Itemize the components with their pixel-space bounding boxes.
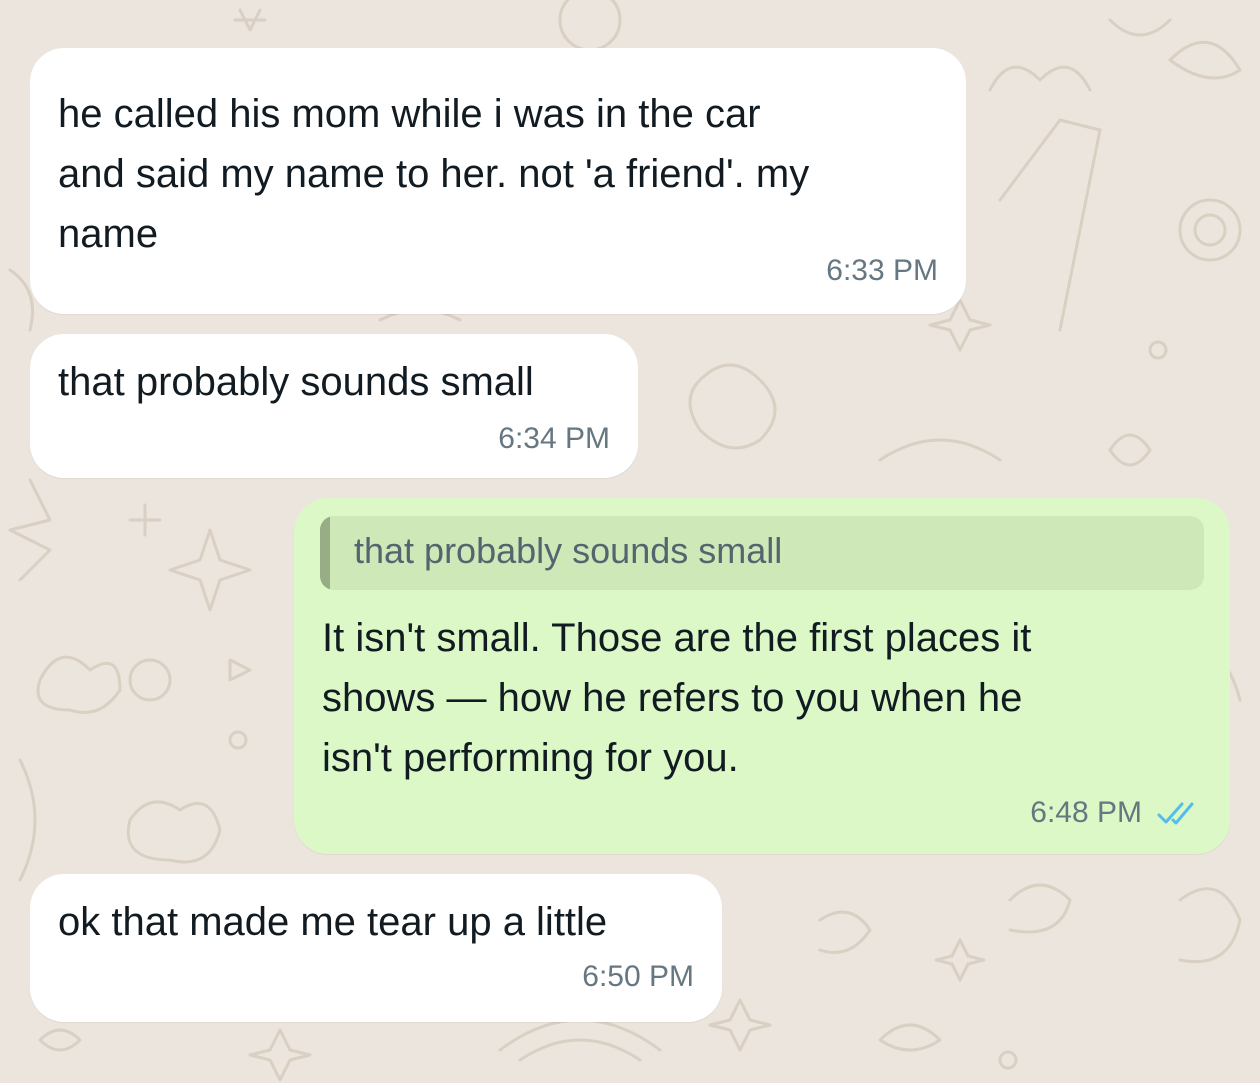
outgoing-message[interactable]: that probably sounds small It isn't smal… [294,498,1230,854]
quote-accent-bar [320,516,330,590]
quoted-message-text: that probably sounds small [354,530,783,571]
message-timestamp: 6:48 PM [1030,796,1142,829]
incoming-message[interactable]: ok that made me tear up a little 6:50 PM [30,874,722,1022]
quoted-message-preview[interactable]: that probably sounds small [320,516,1204,590]
message-text: that probably sounds small [58,360,534,404]
chat-thread: he called his mom while i was in the car… [0,0,1260,1083]
message-timestamp: 6:34 PM [498,422,610,455]
message-text: It isn't small. Those are the first plac… [322,616,1032,780]
message-timestamp: 6:50 PM [582,960,694,993]
incoming-message[interactable]: he called his mom while i was in the car… [30,48,966,314]
message-timestamp: 6:33 PM [826,254,938,287]
message-text: he called his mom while i was in the car… [58,92,810,256]
message-text: ok that made me tear up a little [58,900,608,944]
incoming-message[interactable]: that probably sounds small 6:34 PM [30,334,638,478]
double-check-read-icon [1157,802,1194,825]
